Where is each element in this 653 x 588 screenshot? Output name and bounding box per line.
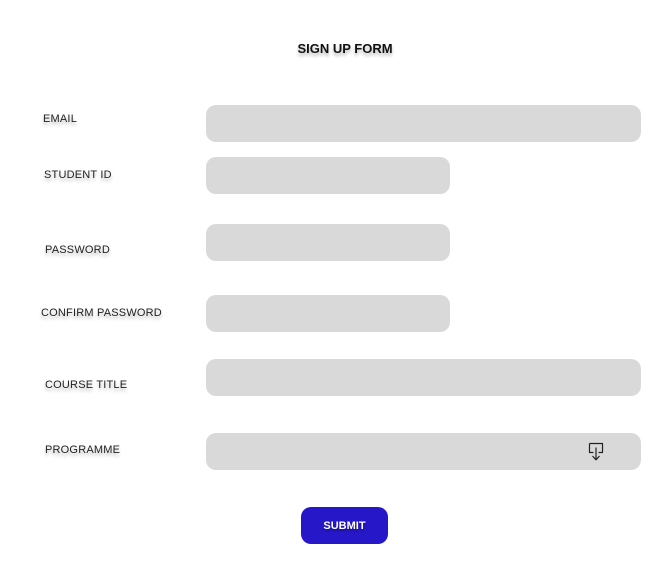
dropdown-arrow-icon[interactable]	[587, 442, 605, 462]
course-title-input[interactable]	[206, 359, 641, 396]
email-label: EMAIL	[43, 113, 78, 125]
email-input[interactable]	[206, 105, 641, 142]
programme-select[interactable]	[206, 433, 641, 470]
confirm-password-label: CONFIRM PASSWORD	[41, 307, 162, 319]
student-id-label: STUDENT ID	[44, 169, 112, 181]
password-label: PASSWORD	[45, 244, 110, 256]
signup-page: SIGN UP FORM EMAIL STUDENT ID PASSWORD C…	[0, 0, 653, 588]
course-title-label: COURSE TITLE	[45, 379, 128, 391]
student-id-input[interactable]	[206, 157, 450, 194]
confirm-password-input[interactable]	[206, 295, 450, 332]
form-title: SIGN UP FORM	[297, 41, 393, 56]
password-input[interactable]	[206, 224, 450, 261]
programme-label: PROGRAMME	[45, 444, 121, 456]
submit-button[interactable]: SUBMIT	[301, 507, 388, 544]
